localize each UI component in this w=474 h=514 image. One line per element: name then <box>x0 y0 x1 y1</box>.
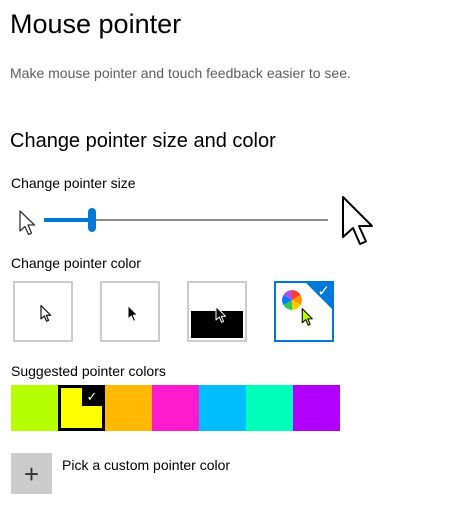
color-swatch[interactable]: ✓ <box>58 385 105 431</box>
checkmark-icon: ✓ <box>317 283 330 300</box>
add-custom-color-button[interactable]: + <box>11 453 52 494</box>
color-swatch[interactable] <box>105 385 152 431</box>
suggested-colors-label: Suggested pointer colors <box>11 363 166 379</box>
slider-thumb[interactable] <box>88 208 96 232</box>
small-pointer-icon <box>19 210 36 236</box>
color-swatch[interactable] <box>11 385 58 431</box>
color-swatch[interactable] <box>293 385 340 431</box>
color-swatch[interactable] <box>246 385 293 431</box>
pointer-color-inverted-option[interactable] <box>187 281 247 342</box>
custom-color-pointer-icon <box>301 308 313 326</box>
color-swatch[interactable] <box>199 385 246 431</box>
plus-icon: + <box>23 458 40 489</box>
pointer-size-slider[interactable] <box>44 206 328 234</box>
page-title: Mouse pointer <box>10 9 182 39</box>
inverted-pointer-icon <box>215 306 227 323</box>
pointer-color-custom-option[interactable]: ✓ <box>274 281 334 342</box>
custom-color-label[interactable]: Pick a custom pointer color <box>62 456 230 474</box>
slider-fill <box>44 218 92 222</box>
white-pointer-icon <box>40 304 52 322</box>
black-pointer-icon <box>127 305 139 322</box>
large-pointer-icon <box>342 196 373 245</box>
color-swatch[interactable] <box>152 385 199 431</box>
checkmark-icon: ✓ <box>82 388 102 406</box>
section-title: Change pointer size and color <box>10 130 276 152</box>
page-subtitle: Make mouse pointer and touch feedback ea… <box>10 65 351 81</box>
pointer-color-white-option[interactable] <box>13 281 73 342</box>
pointer-color-label: Change pointer color <box>11 255 141 271</box>
pointer-size-label: Change pointer size <box>11 175 136 191</box>
pointer-color-black-option[interactable] <box>100 281 160 342</box>
